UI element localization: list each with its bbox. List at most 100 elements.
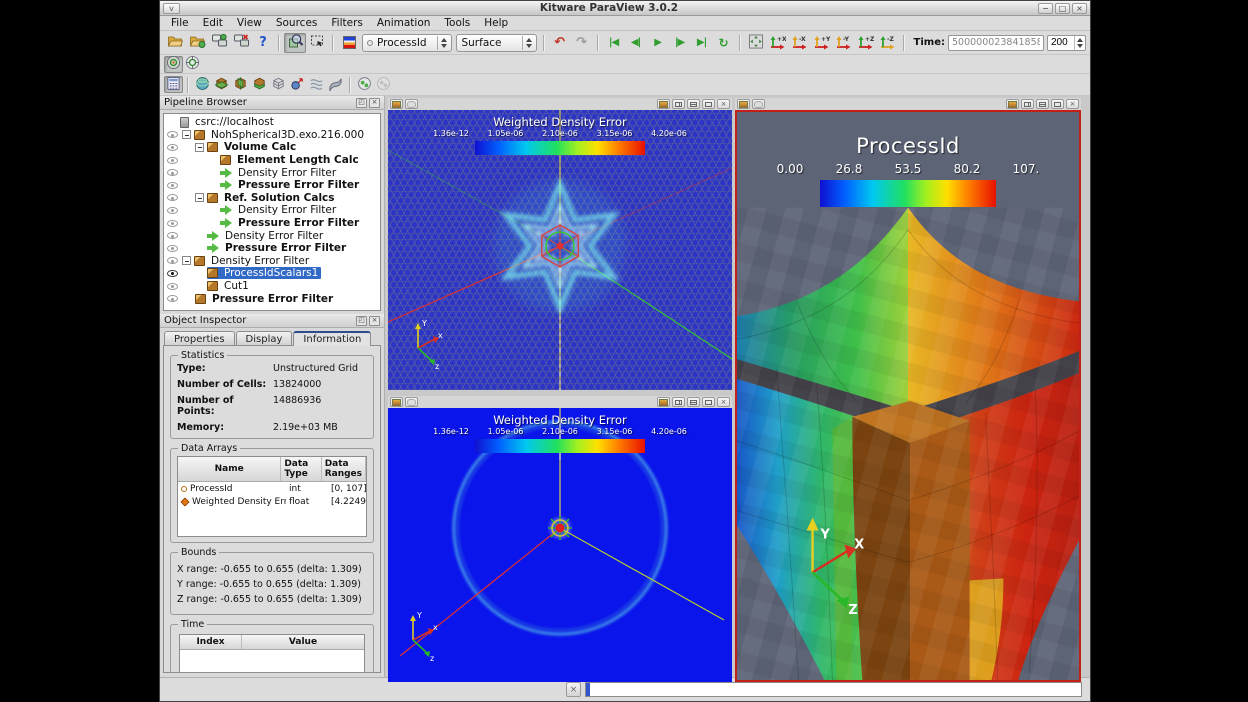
pipeline-item-volume-calc[interactable]: Volume Calc <box>164 141 380 154</box>
rubber-band-select-button[interactable] <box>306 33 328 53</box>
float-panel-button[interactable]: ◰ <box>356 316 367 326</box>
table-row[interactable]: ProcessId int [0, 107] <box>178 482 366 495</box>
tab-information[interactable]: Information <box>293 331 371 346</box>
open-file-button[interactable] <box>164 33 186 53</box>
last-frame-button[interactable]: ▶| <box>691 33 713 53</box>
pipeline-item-ref-solution-calcs[interactable]: Ref. Solution Calcs <box>164 192 380 205</box>
visibility-eye-icon[interactable] <box>167 194 178 201</box>
view-minus-x-button[interactable]: -X <box>789 33 811 53</box>
save-data-button[interactable] <box>186 33 208 53</box>
visibility-eye-icon[interactable] <box>167 270 178 277</box>
menu-help[interactable]: Help <box>477 17 515 29</box>
pick-center-button[interactable] <box>183 56 202 73</box>
split-horizontal-button[interactable] <box>687 397 700 407</box>
threshold-button[interactable] <box>250 76 269 93</box>
pipeline-item-density-error-filter[interactable]: Density Error Filter <box>164 255 380 268</box>
slice-button[interactable] <box>231 76 250 93</box>
visibility-eye-icon[interactable] <box>167 169 178 176</box>
minimize-button[interactable]: − <box>1038 3 1053 14</box>
view-plus-x-button[interactable]: +X <box>767 33 789 53</box>
lookmark-button[interactable] <box>657 99 670 109</box>
pipeline-item-source[interactable]: NohSpherical3D.exo.216.000 <box>164 129 380 142</box>
pipeline-item-density-error-filter[interactable]: Density Error Filter <box>164 229 380 242</box>
close-view-button[interactable]: × <box>717 99 730 109</box>
time-index-spinner[interactable] <box>1047 35 1086 51</box>
pipeline-item-pressure-error-filter[interactable]: Pressure Error Filter <box>164 217 380 230</box>
edit-color-map-button[interactable] <box>338 33 360 53</box>
select-cells-on-button[interactable] <box>284 33 306 53</box>
menu-file[interactable]: File <box>164 17 196 29</box>
disconnect-server-button[interactable] <box>230 33 252 53</box>
lookmark-button[interactable] <box>657 397 670 407</box>
render-viewport-mesh[interactable]: Y x z Weighted Density Error 1.36e-12 1.… <box>388 110 732 390</box>
time-value-field[interactable] <box>948 35 1044 51</box>
menu-animation[interactable]: Animation <box>370 17 438 29</box>
spinner-arrows-icon[interactable] <box>1074 36 1085 50</box>
visibility-eye-icon[interactable] <box>167 220 178 227</box>
connect-server-button[interactable] <box>208 33 230 53</box>
collapse-toggle[interactable] <box>182 256 191 265</box>
view-minus-y-button[interactable]: -Y <box>833 33 855 53</box>
camera-button[interactable] <box>390 99 403 109</box>
menu-view[interactable]: View <box>230 17 269 29</box>
lookmark-button[interactable] <box>1006 99 1019 109</box>
split-vertical-button[interactable] <box>672 397 685 407</box>
close-panel-button[interactable]: × <box>369 316 380 326</box>
close-view-button[interactable]: × <box>1066 99 1079 109</box>
visibility-eye-icon[interactable] <box>167 257 178 264</box>
view-minus-z-button[interactable]: -Z <box>877 33 899 53</box>
data-arrays-table[interactable]: Name Data Type Data Ranges ProcessId int… <box>177 456 367 537</box>
representation-combobox[interactable]: Surface <box>456 34 536 52</box>
clip-button[interactable] <box>212 76 231 93</box>
render-viewport-processid[interactable]: Y X Z ProcessId 0.00 26.8 53.5 80.2 107. <box>735 110 1081 682</box>
close-panel-button[interactable]: × <box>369 98 380 108</box>
first-frame-button[interactable]: |◀ <box>603 33 625 53</box>
collapse-toggle[interactable] <box>195 143 204 152</box>
maximize-button[interactable]: □ <box>1055 3 1070 14</box>
collapse-toggle[interactable] <box>182 130 191 139</box>
visibility-eye-icon[interactable] <box>167 283 178 290</box>
visibility-eye-icon[interactable] <box>167 232 178 239</box>
contour-button[interactable] <box>193 76 212 93</box>
camera-button[interactable] <box>390 397 403 407</box>
maximize-view-button[interactable] <box>1051 99 1064 109</box>
link-view-button[interactable] <box>752 99 765 109</box>
visibility-eye-icon[interactable] <box>167 295 178 302</box>
glyph-button[interactable] <box>288 76 307 93</box>
next-frame-button[interactable]: |▶ <box>669 33 691 53</box>
render-viewport-circle[interactable]: Y x z Weighted Density Error 1.36e-12 1.… <box>388 408 732 682</box>
link-view-button[interactable] <box>405 99 418 109</box>
window-menu-button[interactable]: v <box>163 3 180 14</box>
split-horizontal-button[interactable] <box>1036 99 1049 109</box>
stream-tracer-button[interactable] <box>307 76 326 93</box>
tab-display[interactable]: Display <box>236 331 293 346</box>
visibility-eye-icon[interactable] <box>167 131 178 138</box>
extract-subset-button[interactable] <box>269 76 288 93</box>
play-button[interactable]: ▶ <box>647 33 669 53</box>
ungroup-datasets-button[interactable] <box>374 76 393 93</box>
pipeline-item-element-length-calc[interactable]: Element Length Calc <box>164 154 380 167</box>
visibility-eye-icon[interactable] <box>167 207 178 214</box>
camera-button[interactable] <box>737 99 750 109</box>
pipeline-item-pressure-error-filter[interactable]: Pressure Error Filter <box>164 179 380 192</box>
split-vertical-button[interactable] <box>672 99 685 109</box>
menu-sources[interactable]: Sources <box>269 17 325 29</box>
collapse-toggle[interactable] <box>195 193 204 202</box>
split-horizontal-button[interactable] <box>687 99 700 109</box>
visibility-eye-icon[interactable] <box>167 157 178 164</box>
help-button[interactable]: ? <box>252 33 274 53</box>
warp-vector-button[interactable] <box>326 76 345 93</box>
menu-edit[interactable]: Edit <box>196 17 230 29</box>
pipeline-item-density-error-filter[interactable]: Density Error Filter <box>164 166 380 179</box>
previous-frame-button[interactable]: ◀| <box>625 33 647 53</box>
view-plus-z-button[interactable]: +Z <box>855 33 877 53</box>
abort-button[interactable]: × <box>566 682 581 697</box>
float-panel-button[interactable]: ◰ <box>356 98 367 108</box>
tab-properties[interactable]: Properties <box>164 331 235 346</box>
pipeline-item-density-error-filter[interactable]: Density Error Filter <box>164 204 380 217</box>
table-row[interactable]: Weighted Density Error float [4.22498e-1… <box>178 495 366 508</box>
loop-button[interactable]: ↻ <box>713 33 735 53</box>
visibility-eye-icon[interactable] <box>167 144 178 151</box>
close-button[interactable]: × <box>1072 3 1087 14</box>
pipeline-item-pressure-error-filter[interactable]: Pressure Error Filter <box>164 242 380 255</box>
